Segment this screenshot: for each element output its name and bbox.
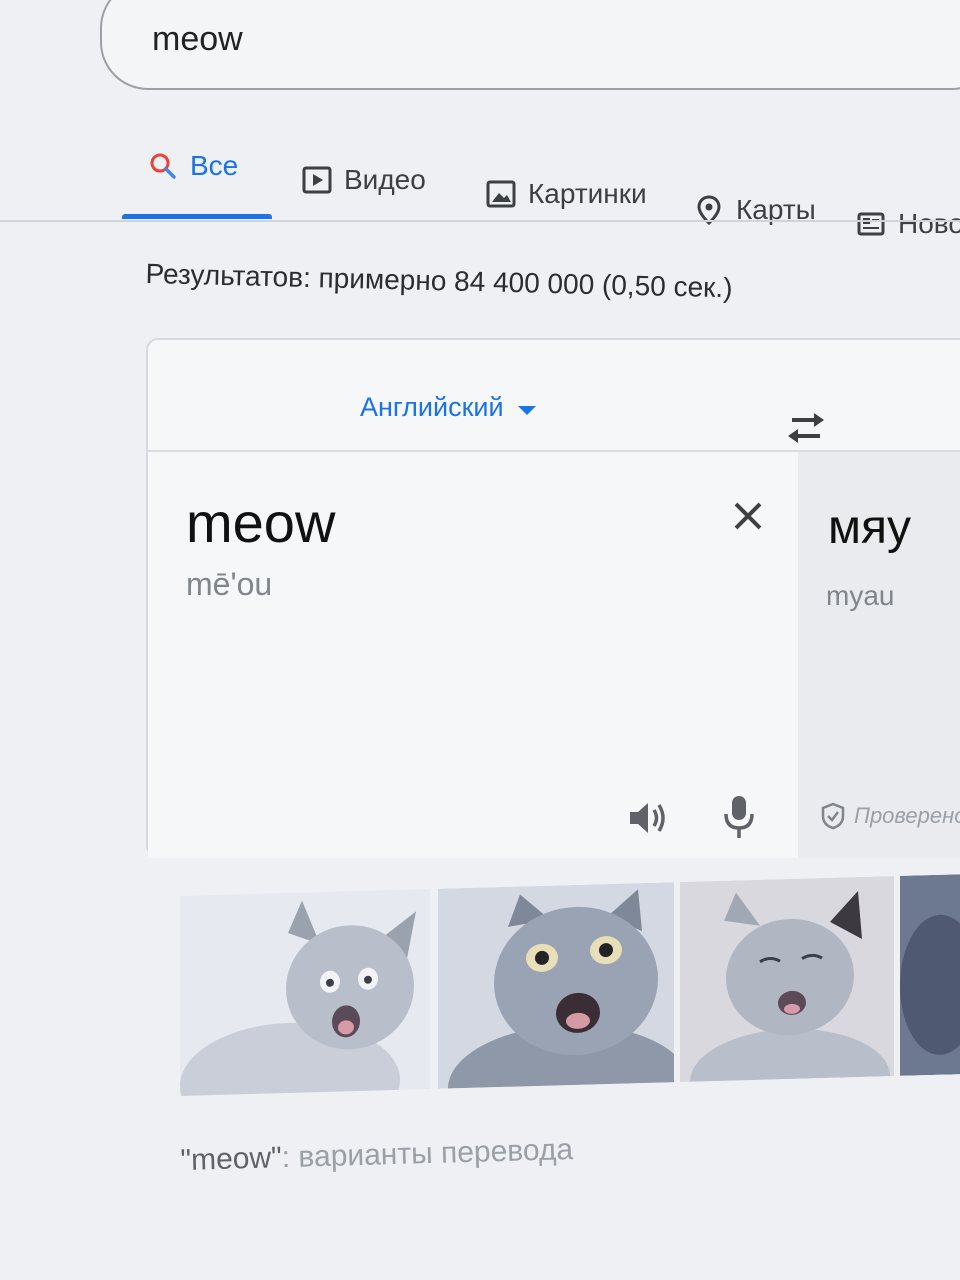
target-text: мяу	[828, 501, 911, 554]
cat-image-partial	[900, 874, 960, 1076]
tab-images-label: Картинки	[528, 178, 647, 209]
video-icon	[302, 165, 332, 195]
tab-news-label: Новос	[898, 208, 960, 239]
swap-languages-icon[interactable]	[784, 410, 828, 446]
source-language-select[interactable]: Английский	[360, 392, 536, 423]
translation-variants-heading: "meow": варианты перевода	[180, 1133, 574, 1178]
search-box[interactable]: meow	[100, 0, 960, 90]
source-text[interactable]: meow	[186, 490, 335, 555]
news-icon	[856, 209, 886, 239]
shield-check-icon	[821, 802, 845, 830]
source-transliteration: mē'ou	[186, 566, 273, 602]
language-row: Английский	[148, 340, 960, 452]
variants-label: : варианты перевода	[281, 1133, 574, 1175]
close-icon[interactable]	[730, 498, 766, 534]
tabs-divider	[0, 220, 960, 222]
search-icon	[148, 151, 178, 181]
tab-video-label: Видео	[344, 164, 426, 195]
speaker-icon[interactable]	[626, 798, 670, 838]
tab-all[interactable]: Все	[148, 150, 238, 182]
tab-all-label: Все	[190, 150, 239, 181]
target-transliteration: myau	[826, 580, 895, 611]
gray-cat-image	[438, 882, 674, 1089]
image-strip	[180, 874, 960, 1106]
kitten-image	[180, 889, 430, 1096]
image-result[interactable]	[438, 882, 674, 1089]
verified-badge[interactable]: Проверено	[820, 802, 960, 830]
search-query[interactable]: meow	[152, 20, 243, 59]
translate-card: Английский meow mē'ou мяу myau Проверено	[146, 338, 960, 858]
source-language-label: Английский	[360, 392, 504, 422]
image-icon	[486, 179, 516, 209]
source-pane[interactable]: meow mē'ou	[148, 452, 798, 858]
image-result[interactable]	[680, 876, 894, 1083]
target-pane: мяу myau	[798, 452, 960, 858]
tab-news[interactable]: Новос	[856, 208, 960, 240]
image-result[interactable]	[900, 874, 960, 1076]
active-tab-indicator	[122, 214, 272, 219]
chevron-down-icon	[517, 406, 536, 415]
tab-video[interactable]: Видео	[302, 164, 426, 196]
verified-label: Проверено	[854, 803, 960, 828]
tab-images[interactable]: Картинки	[486, 178, 647, 210]
microphone-icon[interactable]	[722, 794, 756, 840]
variants-quoted-word: "meow"	[180, 1141, 283, 1177]
tabby-kitten-image	[680, 876, 894, 1083]
image-result[interactable]	[180, 889, 430, 1096]
result-stats: Результатов: примерно 84 400 000 (0,50 с…	[145, 258, 733, 304]
